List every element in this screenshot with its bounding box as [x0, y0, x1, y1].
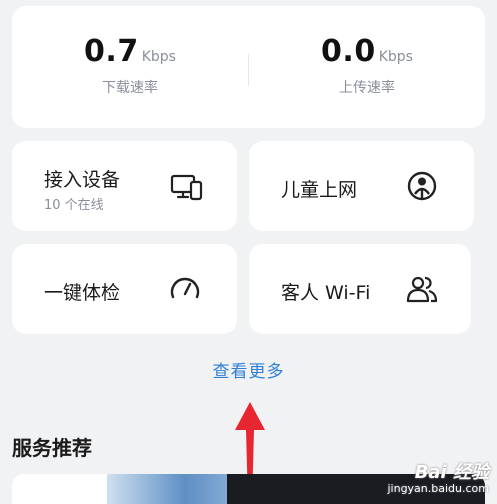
download-speed-label: 下载速率 — [102, 80, 158, 96]
watermark-domain: jingyan.baidu.com — [387, 482, 489, 495]
upload-speed-label: 上传速率 — [339, 80, 395, 96]
child-icon — [407, 171, 437, 201]
download-speed-unit: Kbps — [141, 49, 176, 65]
gauge-icon — [170, 277, 200, 299]
download-speed-value: 0.7 — [84, 34, 139, 69]
watermark: Bai 经验 jingyan.baidu.com — [349, 458, 489, 495]
upload-speed-value: 0.0 — [321, 34, 376, 69]
section-title: 服务推荐 — [12, 436, 92, 460]
view-more-link[interactable]: 查看更多 — [0, 357, 497, 382]
tile-guest-wifi-title: 客人 Wi-Fi — [281, 282, 371, 304]
tile-guest-wifi[interactable]: 客人 Wi-Fi — [249, 244, 471, 334]
tile-one-click-check-title: 一键体检 — [44, 282, 121, 304]
devices-icon — [170, 174, 203, 201]
tile-kids-internet[interactable]: 儿童上网 — [249, 141, 474, 231]
tile-connected-devices[interactable]: 接入设备 10 个在线 — [12, 141, 237, 231]
speed-card: 0.7 Kbps 下载速率 0.0 Kbps 上传速率 — [12, 6, 485, 128]
download-speed: 0.7 Kbps 下载速率 — [12, 34, 248, 97]
tile-connected-devices-subtitle: 10 个在线 — [44, 198, 104, 213]
guests-icon — [406, 276, 438, 303]
watermark-brand: Bai 经验 — [414, 462, 489, 483]
tile-kids-internet-title: 儿童上网 — [281, 179, 358, 201]
upload-speed-unit: Kbps — [378, 49, 413, 65]
tile-connected-devices-title: 接入设备 — [44, 169, 121, 191]
tile-one-click-check[interactable]: 一键体检 — [12, 244, 237, 334]
upload-speed: 0.0 Kbps 上传速率 — [249, 34, 485, 97]
banner-image-left — [107, 474, 237, 504]
